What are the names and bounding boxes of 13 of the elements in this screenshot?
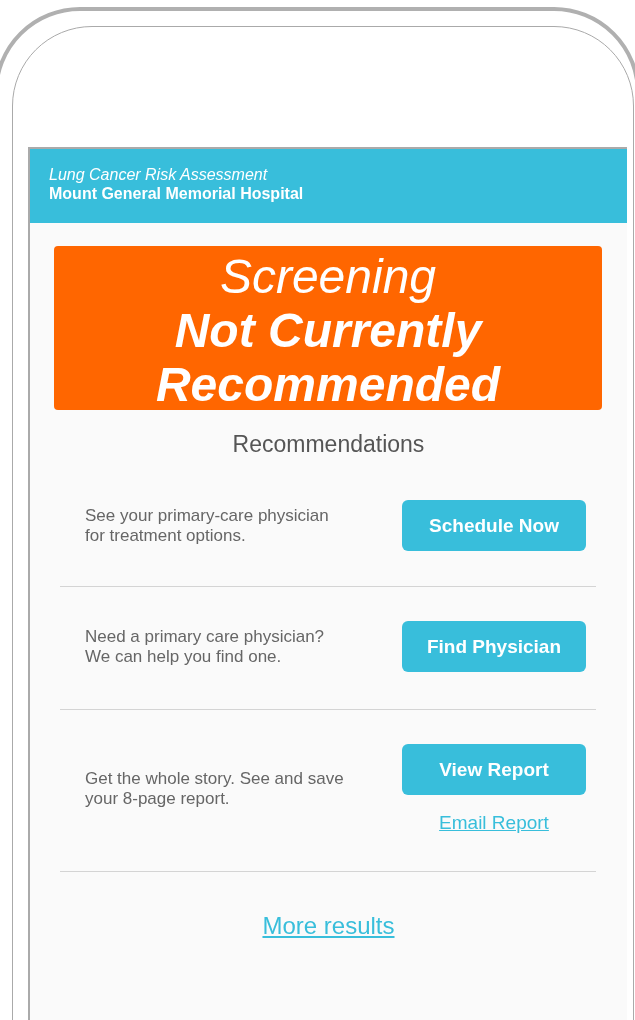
recommendation-text: Need a primary care physician? We can help you find one.	[85, 626, 326, 667]
action-button[interactable]: View Report	[402, 744, 586, 795]
app-subtitle: Lung Cancer Risk Assessment	[49, 166, 269, 184]
recommendation-text: See your primary-care physician for treatment options.	[85, 505, 330, 546]
hospital-name: Mount General Memorial Hospital	[49, 185, 305, 203]
email-link[interactable]: Email Report	[439, 812, 549, 834]
status-headline: Not Currently Recommended	[154, 304, 502, 412]
more-results-link[interactable]: More results	[262, 912, 395, 940]
status-label: Screening	[219, 250, 437, 304]
recommendation-text: Get the whole story. See and save your 8-page report.	[85, 769, 345, 809]
action-button[interactable]: Schedule Now	[402, 500, 586, 551]
section-title: Recommendations	[232, 431, 425, 458]
action-button[interactable]: Find Physician	[402, 621, 586, 672]
